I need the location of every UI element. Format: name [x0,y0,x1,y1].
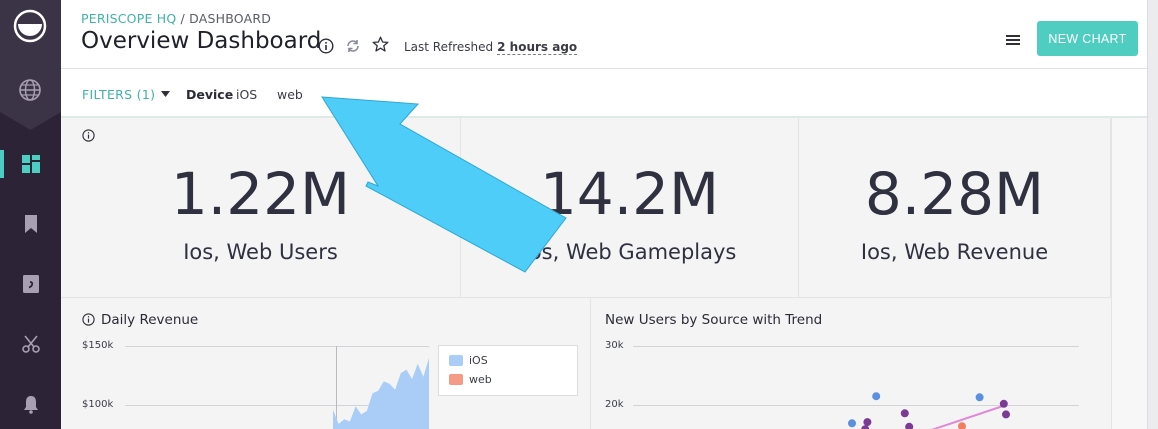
legend-swatch [449,374,463,385]
bell-icon [23,396,38,414]
scatter-point[interactable] [999,399,1008,408]
sidebar-item-bookmarks[interactable] [0,204,61,244]
kpi-value: 14.2M [539,160,720,228]
kpi-value: 1.22M [170,160,351,228]
breadcrumb-dashboard-link[interactable]: DASHBOARD [189,11,271,26]
kpi-value: 8.28M [864,160,1045,228]
daily-revenue-panel[interactable]: Daily Revenue $150k $100k iOS web [61,298,591,429]
menu-icon[interactable] [1005,33,1021,47]
breadcrumb: PERISCOPE HQ / DASHBOARD [81,11,271,26]
sidebar-item-snippets[interactable] [0,324,61,364]
last-refreshed-time[interactable]: 2 hours ago [497,40,578,55]
scatter-point[interactable] [1002,410,1010,419]
scatter-point[interactable] [848,419,856,428]
new-users-chart[interactable] [591,298,1111,429]
sidebar-item-dashboards[interactable] [0,144,61,184]
legend-item-web[interactable]: web [449,373,492,386]
scatter-point[interactable] [863,418,872,427]
scissors-icon [21,335,40,353]
scatter-point[interactable] [958,422,966,429]
new-users-panel[interactable]: New Users by Source with Trend 30k 20k [591,298,1111,429]
scatter-point[interactable] [975,393,984,402]
filters-toggle[interactable]: FILTERS (1) [82,87,155,102]
legend-swatch [449,355,463,366]
sidebar-item-views[interactable] [0,264,61,304]
legend-label: iOS [469,354,488,367]
scatter-point[interactable] [905,422,914,429]
breadcrumb-separator: / [176,11,190,26]
header: PERISCOPE HQ / DASHBOARD Overview Dashbo… [61,0,1147,69]
last-refreshed-label: Last Refreshed [404,40,494,54]
star-icon[interactable] [372,36,389,53]
info-icon[interactable] [318,38,334,54]
window-scrollbar[interactable] [1147,0,1158,429]
last-refreshed: Last Refreshed 2 hours ago [404,40,578,55]
filter-option-ios[interactable]: iOS [236,87,257,102]
filter-device-label: Device [186,87,234,102]
sidebar [0,0,61,429]
bookmark-icon [24,215,37,233]
filter-bar: FILTERS (1) Device iOS web [61,69,1147,118]
legend-item-ios[interactable]: iOS [449,354,488,367]
scatter-point[interactable] [900,409,909,418]
caret-down-icon[interactable] [161,91,170,97]
comment-icon [22,275,39,293]
kpi-label: Ios, Web Revenue [860,240,1049,264]
content-scrollbar[interactable] [1111,118,1147,429]
dashboard-icon [21,155,40,173]
kpi-gameplays[interactable]: 14.2M Ios, Web Gameplays [461,118,799,298]
breadcrumb-org-link[interactable]: PERISCOPE HQ [81,11,176,26]
page-title: Overview Dashboard [81,28,322,54]
periscope-logo-icon[interactable] [13,9,47,43]
legend-label: web [469,373,492,386]
kpi-users[interactable]: 1.22M Ios, Web Users [61,118,461,298]
kpi-label: Ios, Web Users [183,240,338,264]
chart-legend: iOS web [438,345,578,396]
refresh-icon[interactable] [345,38,361,54]
series-area-ios[interactable] [333,357,429,429]
scatter-point[interactable] [872,392,881,401]
kpi-revenue[interactable]: 8.28M Ios, Web Revenue [799,118,1111,298]
dashboard-content: 1.22M Ios, Web Users 14.2M Ios, Web Game… [61,118,1111,429]
info-icon[interactable] [82,129,95,142]
new-chart-button[interactable]: NEW CHART [1037,21,1138,56]
sidebar-item-alerts[interactable] [0,384,61,424]
filter-option-web[interactable]: web [277,87,303,102]
globe-icon[interactable] [18,78,42,102]
kpi-label: Ios, Web Gameplays [522,240,737,264]
